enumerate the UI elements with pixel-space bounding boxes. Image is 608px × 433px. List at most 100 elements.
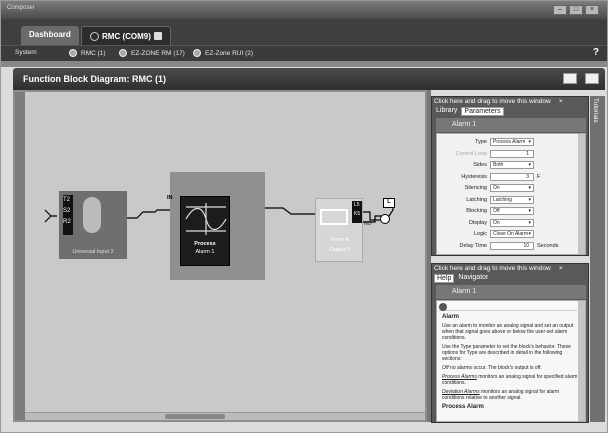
- scroll-thumb[interactable]: [165, 414, 225, 419]
- help-content: Alarm Use an alarm to monitor an analog …: [436, 300, 586, 422]
- help-panel: Click here and drag to move this window ×…: [431, 263, 589, 423]
- tab-rmc[interactable]: RMC (COM9): [81, 26, 171, 45]
- close-button[interactable]: ×: [585, 5, 599, 15]
- window-controls: – □ ×: [553, 5, 599, 15]
- parameter-label: Latching: [466, 196, 487, 203]
- output-type: Form A: [331, 237, 349, 243]
- tab-parameters[interactable]: Parameters: [461, 107, 504, 116]
- parameter-label: Display: [468, 219, 487, 226]
- load-icon: L: [383, 198, 395, 208]
- tab-help[interactable]: Help: [434, 274, 455, 283]
- pin-label: NO: [364, 221, 372, 227]
- title-bar: Composer – □ ×: [1, 1, 607, 19]
- power-source-icon: [380, 214, 390, 224]
- parameter-unit: Seconds: [537, 242, 559, 249]
- parameter-row: Logic Close On Alarm: [437, 230, 580, 239]
- thermometer-icon: [83, 197, 101, 233]
- back-icon[interactable]: [439, 303, 447, 311]
- drag-handle[interactable]: Click here and drag to move this window ×: [434, 98, 563, 105]
- parameter-label: Logic: [473, 231, 487, 237]
- help-term-text: no alarms occur. The block's output is o…: [448, 365, 542, 371]
- close-tab-icon[interactable]: [153, 32, 162, 40]
- parameter-label: Type: [475, 139, 487, 145]
- help-subheading: Process Alarm: [442, 404, 484, 410]
- help-term: Off: [442, 365, 449, 371]
- parameter-label: Blocking: [466, 208, 487, 214]
- parameter-dropdown[interactable]: Off: [490, 207, 534, 215]
- parameter-row: Control Loop 1: [437, 149, 580, 159]
- parameter-input[interactable]: 3: [490, 172, 534, 181]
- process-alarm-block[interactable]: IN Process Alarm 1: [167, 195, 230, 266]
- parameter-label: Delay Time: [459, 242, 487, 249]
- nav-item-label: RMC (1): [81, 49, 106, 57]
- parameter-dropdown[interactable]: Process Alarm: [490, 138, 534, 146]
- help-paragraph: Off no alarms occur. The block's output …: [442, 365, 578, 371]
- nav-item-ez-zone-rui[interactable]: EZ-Zone RUI (2): [193, 49, 253, 57]
- nav-item-rmc[interactable]: RMC (1): [69, 49, 106, 57]
- tab-rmc-label: RMC (COM9): [102, 31, 151, 41]
- maximize-view-button[interactable]: [585, 73, 599, 84]
- universal-input-block[interactable]: T2 S2 R2 Universal Input 2: [59, 191, 127, 259]
- relay-icon: [320, 209, 348, 225]
- help-text: Alarm Use an alarm to monitor an analog …: [442, 314, 578, 413]
- parameter-dropdown[interactable]: Close On Alarm: [490, 230, 534, 238]
- nav-system[interactable]: System: [15, 49, 37, 56]
- diagram-canvas[interactable]: T2 S2 R2 Universal Input 2 IN Process Al…: [13, 90, 427, 422]
- help-paragraph: Use an alarm to monitor an analog signal…: [442, 323, 574, 341]
- parameter-row: Silencing On: [437, 184, 580, 193]
- tutorials-tab[interactable]: Tutorials: [590, 96, 605, 422]
- parameter-dropdown[interactable]: Both: [490, 161, 534, 169]
- parameter-row: Delay Time 10 Seconds: [437, 241, 580, 251]
- pin-label: R2: [63, 219, 71, 225]
- parameter-input[interactable]: 1: [490, 149, 534, 158]
- parameter-label: Sides: [473, 162, 487, 168]
- drag-hint: Click here and drag to move this window: [434, 265, 551, 272]
- panel-tabs: Library Parameters: [434, 107, 504, 116]
- alarm-curve-icon: [185, 203, 227, 235]
- maximize-button[interactable]: □: [569, 5, 583, 15]
- device-nav: System RMC (1) EZ-ZONE RM (17) EZ-Zone R…: [1, 45, 607, 61]
- close-icon[interactable]: ×: [559, 265, 563, 272]
- app-window: Composer – □ × Dashboard RMC (COM9) Syst…: [0, 0, 608, 433]
- device-icon: [119, 49, 127, 57]
- nav-item-label: EZ-ZONE RM (17): [131, 49, 185, 57]
- nav-item-ez-zone-rm[interactable]: EZ-ZONE RM (17): [119, 49, 185, 57]
- tab-library[interactable]: Library: [434, 107, 459, 116]
- diagram-header: Function Block Diagram: RMC (1): [13, 68, 605, 90]
- separator: [1, 61, 607, 67]
- parameter-dropdown[interactable]: On: [490, 184, 534, 192]
- pin-label: S2: [63, 208, 71, 214]
- tab-strip: Dashboard RMC (COM9): [1, 19, 607, 45]
- tab-navigator[interactable]: Navigator: [456, 274, 490, 283]
- parameter-row: Sides Both: [437, 161, 580, 170]
- horizontal-scrollbar[interactable]: [25, 412, 425, 420]
- window-title: Composer: [7, 5, 35, 11]
- section-title: Alarm 1: [436, 285, 586, 299]
- help-heading: Alarm: [442, 314, 460, 320]
- parameter-label: Control Loop: [455, 150, 488, 157]
- window-layout-button[interactable]: [563, 73, 577, 84]
- help-paragraph: Use the Type parameter to set the block'…: [442, 344, 571, 362]
- parameter-dropdown[interactable]: On: [490, 218, 534, 227]
- parameter-input[interactable]: 10: [490, 241, 534, 250]
- parameter-row: Display On: [437, 218, 580, 228]
- parameter-row: Hysteresis 3 F: [437, 172, 580, 182]
- close-icon[interactable]: ×: [559, 98, 563, 105]
- parameter-list: TypeProcess AlarmControl Loop1SidesBothH…: [436, 133, 586, 255]
- parameter-unit: F: [537, 173, 541, 180]
- drag-handle[interactable]: Click here and drag to move this window ×: [434, 265, 563, 272]
- device-icon: [90, 31, 99, 41]
- nav-item-label: EZ-Zone RUI (2): [205, 49, 254, 57]
- tutorials-label: Tutorials: [592, 98, 599, 123]
- output-block[interactable]: L5 K5 NO Form A Output 5: [315, 198, 372, 262]
- minimize-button[interactable]: –: [553, 5, 567, 15]
- output-instance: Output 5: [329, 247, 351, 253]
- input-caption: Universal Input 2: [72, 249, 114, 255]
- help-paragraph: Process Alarms monitors an analog signal…: [442, 374, 578, 386]
- help-button[interactable]: ?: [593, 47, 599, 58]
- tab-dashboard[interactable]: Dashboard: [21, 26, 79, 45]
- alarm-instance: Alarm 1: [195, 249, 215, 255]
- pin-label: T2: [63, 197, 71, 203]
- parameter-dropdown[interactable]: Latching: [490, 195, 534, 204]
- vertical-scrollbar[interactable]: [578, 301, 585, 421]
